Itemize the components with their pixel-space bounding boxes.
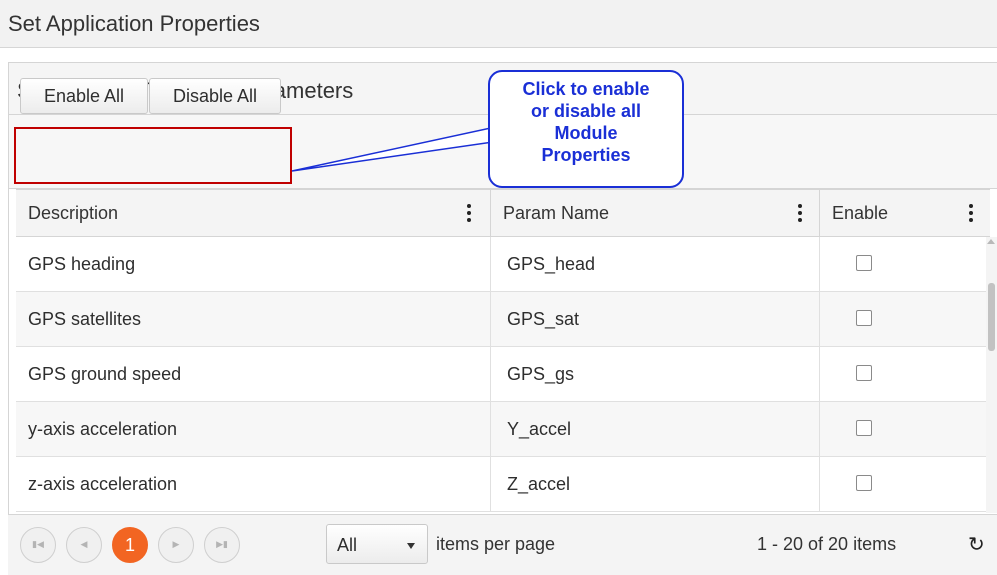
column-header-label: Enable: [832, 203, 889, 223]
callout-line: Click to enable: [522, 79, 650, 99]
scroll-up-icon[interactable]: [987, 239, 995, 244]
table-row: GPS ground speed GPS_gs: [16, 347, 990, 402]
annotation-highlight-box: [14, 127, 292, 184]
page-size-label: items per page: [436, 534, 556, 554]
callout-line: Module: [554, 123, 618, 143]
disable-all-button[interactable]: Disable All: [149, 78, 281, 114]
column-header-enable[interactable]: Enable: [819, 190, 990, 236]
description-cell: GPS satellites: [28, 309, 142, 329]
vertical-scrollbar[interactable]: [986, 237, 997, 513]
column-menu-icon[interactable]: [797, 204, 803, 222]
enable-cell: [819, 292, 990, 346]
callout-line: or disable all: [530, 101, 642, 121]
page-size-value: All: [337, 535, 358, 555]
enable-all-button[interactable]: Enable All: [20, 78, 148, 114]
prev-page-icon[interactable]: ◀: [66, 527, 102, 563]
enable-checkbox[interactable]: [856, 420, 872, 436]
column-header-param-name[interactable]: Param Name: [490, 190, 816, 236]
description-cell: GPS ground speed: [28, 364, 182, 384]
page-header: Set Application Properties: [0, 0, 997, 48]
next-page-icon[interactable]: ▶: [158, 527, 194, 563]
grid-body: GPS heading GPS_head GPS satellites GPS_…: [16, 237, 990, 512]
current-page-button[interactable]: 1: [112, 527, 148, 563]
description-cell: GPS heading: [28, 254, 136, 274]
grid-header: Description Param Name Enable: [16, 189, 990, 237]
enable-cell: [819, 457, 990, 511]
last-page-icon[interactable]: ▶▮: [204, 527, 240, 563]
enable-checkbox[interactable]: [856, 365, 872, 381]
enable-checkbox[interactable]: [856, 475, 872, 491]
refresh-icon[interactable]: ↻: [968, 534, 985, 554]
column-menu-icon[interactable]: [466, 204, 472, 222]
enable-cell: [819, 347, 990, 401]
description-cell: y-axis acceleration: [28, 419, 178, 439]
page-size-dropdown[interactable]: All: [326, 524, 428, 564]
table-row: z-axis acceleration Z_accel: [16, 457, 990, 512]
callout-line: Properties: [541, 145, 631, 165]
enable-cell: [819, 237, 990, 291]
pager-info: 1 - 20 of 20 items: [757, 534, 897, 554]
column-header-description[interactable]: Description: [28, 190, 488, 236]
enable-checkbox[interactable]: [856, 310, 872, 326]
param-name-cell: GPS_head: [490, 237, 816, 291]
enable-cell: [819, 402, 990, 456]
column-header-label: Description: [28, 203, 119, 223]
column-header-label: Param Name: [503, 203, 610, 223]
table-row: GPS heading GPS_head: [16, 237, 990, 292]
page-title: Set Application Properties: [8, 11, 260, 36]
scroll-thumb[interactable]: [988, 283, 995, 351]
caret-down-icon: [407, 543, 415, 549]
param-name-cell: Y_accel: [490, 402, 816, 456]
table-row: GPS satellites GPS_sat: [16, 292, 990, 347]
column-menu-icon[interactable]: [968, 204, 974, 222]
param-name-cell: GPS_gs: [490, 347, 816, 401]
first-page-icon[interactable]: ▮◀: [20, 527, 56, 563]
table-row: y-axis acceleration Y_accel: [16, 402, 990, 457]
enable-checkbox[interactable]: [856, 255, 872, 271]
annotation-callout: Click to enable or disable all Module Pr…: [488, 70, 684, 188]
pager: ▮◀ ◀ 1 ▶ ▶▮ All items per page 1 - 20 of…: [8, 514, 997, 575]
param-name-cell: GPS_sat: [490, 292, 816, 346]
param-name-cell: Z_accel: [490, 457, 816, 511]
description-cell: z-axis acceleration: [28, 474, 178, 494]
